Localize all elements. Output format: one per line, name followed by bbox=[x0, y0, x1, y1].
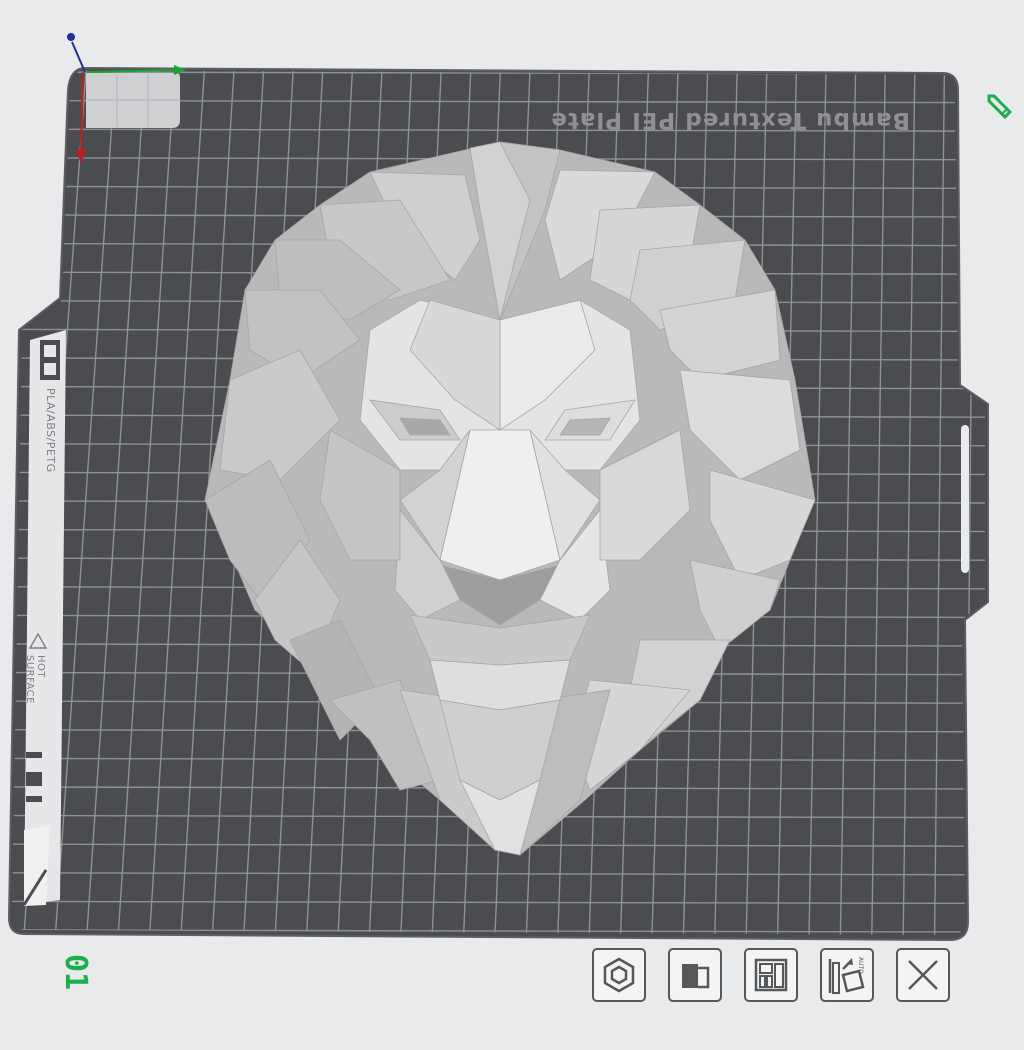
plate-type-label: Bambu Textured PEI Plate bbox=[550, 107, 910, 133]
auto-orient-icon: AUTO bbox=[828, 957, 865, 994]
plate-materials-text: PLA/ABS/PETG bbox=[44, 388, 57, 473]
plate-left-tab-corner bbox=[24, 825, 50, 906]
hot-warning-line1: HOT bbox=[35, 655, 46, 678]
auto-badge: AUTO bbox=[857, 957, 864, 974]
close-plate-button[interactable] bbox=[896, 948, 950, 1002]
axis-z-arrow bbox=[71, 41, 86, 73]
plate-side-slot bbox=[961, 425, 969, 573]
build-plate-viewport[interactable] bbox=[0, 0, 1024, 1050]
hex-nut-icon bbox=[603, 957, 635, 993]
hot-warning-line2: SURFACE bbox=[24, 655, 35, 704]
orient-icon bbox=[682, 964, 710, 989]
auto-orient-button[interactable]: AUTO bbox=[820, 948, 874, 1002]
close-icon bbox=[908, 960, 938, 990]
layout-icon bbox=[754, 958, 788, 992]
layout-button[interactable] bbox=[744, 948, 798, 1002]
plate-toolbar: AUTO bbox=[590, 948, 952, 1004]
orient-button[interactable] bbox=[668, 948, 722, 1002]
arrange-nut-button[interactable] bbox=[592, 948, 646, 1002]
edit-plate-name-icon[interactable] bbox=[982, 90, 1016, 124]
plate-number: 01 bbox=[58, 953, 93, 991]
